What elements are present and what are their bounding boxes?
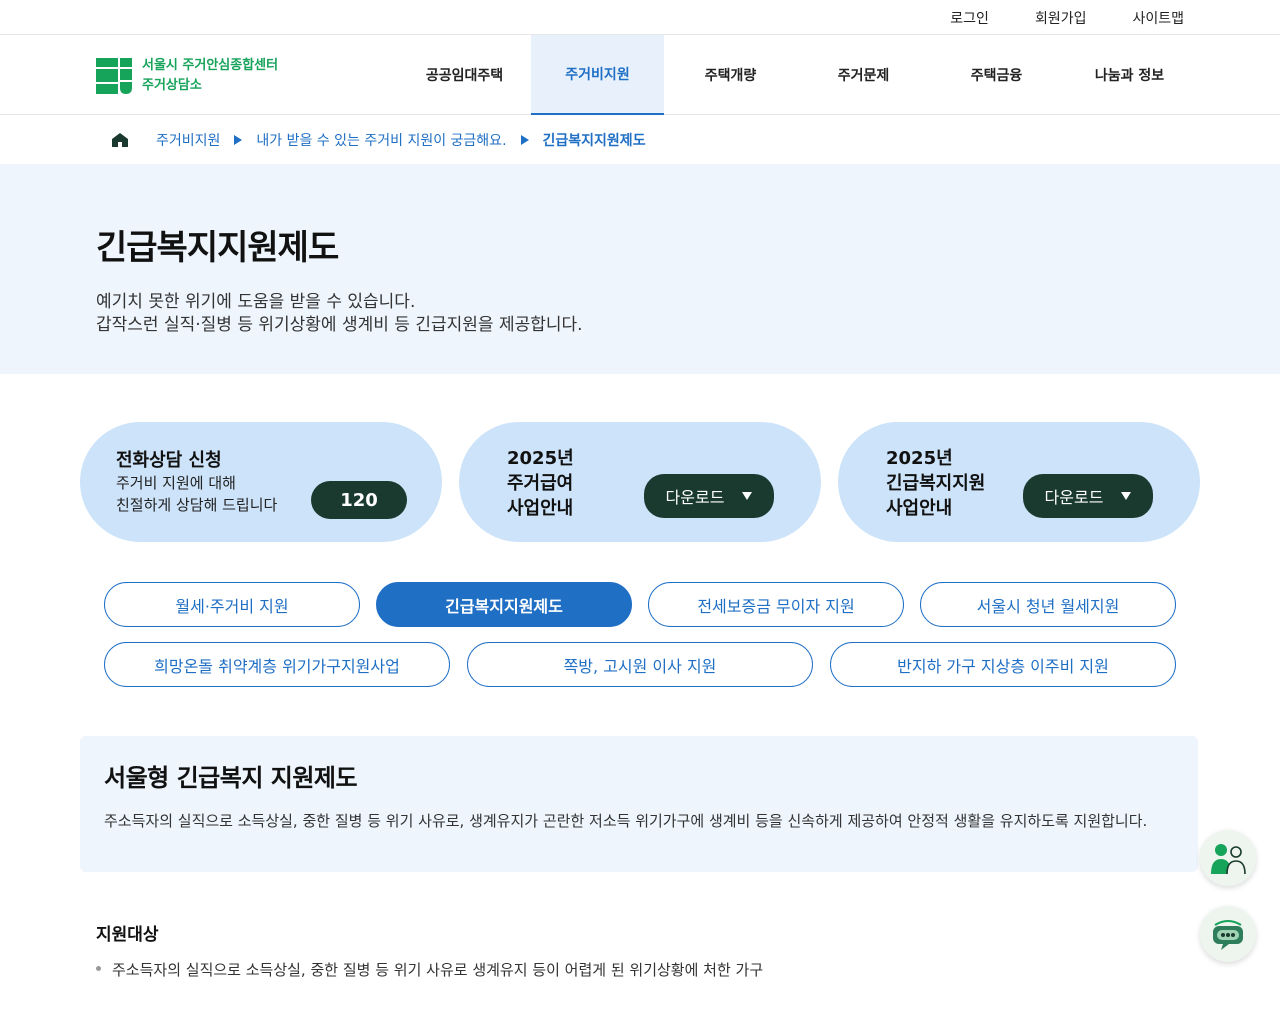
join-link[interactable]: 회원가입 [1035, 8, 1087, 28]
breadcrumb: 주거비지원 내가 받을 수 있는 주거비 지원이 궁금해요. 긴급복지지원제도 [0, 115, 1280, 164]
target-title: 지원대상 [96, 925, 159, 945]
nav-housing-cost-support[interactable]: 주거비지원 [531, 35, 664, 115]
logo-line1: 서울시 주거안심종합센터 [142, 58, 279, 73]
welfare-download-button[interactable]: 다운로드 [1023, 474, 1153, 518]
housing-card-year: 2025년 [507, 448, 574, 469]
support-tabs-row-2: 희망온돌 취약계층 위기가구지원사업 쪽방, 고시원 이사 지원 반지하 가구 … [104, 642, 1176, 687]
home-icon[interactable] [112, 132, 128, 147]
welfare-card-title: 2025년 긴급복지지원 사업안내 [886, 446, 985, 521]
info-body: 주소득자의 실직으로 소득상실, 중한 질병 등 위기 사유로, 생계유지가 곤… [104, 812, 1148, 830]
target-list: 주소득자의 실직으로 소득상실, 중한 질병 등 위기 사유로 생계유지 등이 … [96, 959, 763, 980]
emergency-welfare-card: 2025년 긴급복지지원 사업안내 다운로드 [838, 422, 1200, 542]
caret-down-icon [1121, 492, 1132, 500]
welfare-card-year: 2025년 [886, 448, 953, 469]
phone-card-title: 전화상담 신청 [116, 450, 222, 471]
logo-line2: 주거상담소 [142, 78, 202, 93]
login-link[interactable]: 로그인 [950, 8, 989, 28]
consult-people-button[interactable] [1200, 830, 1256, 886]
target-section: 지원대상 주소득자의 실직으로 소득상실, 중한 질병 등 위기 사유로 생계유… [96, 920, 763, 980]
list-item: 주소득자의 실직으로 소득상실, 중한 질병 등 위기 사유로 생계유지 등이 … [96, 959, 763, 980]
download-label: 다운로드 [1044, 488, 1104, 507]
phone-number-button[interactable]: 120 [311, 481, 407, 519]
header: 서울시 주거안심종합센터 주거상담소 공공임대주택 주거비지원 주택개량 주거문… [0, 35, 1280, 115]
nav-housing-issues[interactable]: 주거문제 [797, 35, 930, 115]
welfare-card-line2: 사업안내 [886, 498, 953, 519]
sitemap-link[interactable]: 사이트맵 [1132, 8, 1184, 28]
housing-card-line1: 주거급여 [507, 473, 574, 494]
tab-hope-ondol[interactable]: 희망온돌 취약계층 위기가구지원사업 [104, 642, 450, 687]
breadcrumb-item-1[interactable]: 주거비지원 [156, 130, 220, 150]
main-nav: 공공임대주택 주거비지원 주택개량 주거문제 주택금융 나눔과 정보 [398, 35, 1196, 115]
breadcrumb-item-current: 긴급복지지원제도 [542, 132, 646, 149]
tab-jjokbang-move[interactable]: 쪽방, 고시원 이사 지원 [467, 642, 813, 687]
housing-download-button[interactable]: 다운로드 [644, 474, 774, 518]
breadcrumb-item-2[interactable]: 내가 받을 수 있는 주거비 지원이 궁금해요. [256, 130, 506, 150]
housing-card-line2: 사업안내 [507, 498, 574, 519]
logo-icon [96, 58, 132, 94]
nav-sharing-info[interactable]: 나눔과 정보 [1063, 35, 1196, 115]
tab-semi-basement-move[interactable]: 반지하 가구 지상층 이주비 지원 [830, 642, 1176, 687]
info-title: 서울형 긴급복지 지원제도 [104, 764, 358, 792]
tab-deposit-loan[interactable]: 전세보증금 무이자 지원 [648, 582, 904, 627]
hero-desc-2: 갑작스런 실직·질병 등 위기상황에 생계비 등 긴급지원을 제공합니다. [96, 315, 583, 335]
people-icon [1211, 844, 1246, 874]
utility-bar: 로그인 회원가입 사이트맵 [0, 0, 1280, 35]
phone-card-desc: 주거비 지원에 대해 친절하게 상담해 드립니다 [116, 472, 277, 516]
tab-emergency-welfare[interactable]: 긴급복지지원제도 [376, 582, 632, 627]
site-logo[interactable]: 서울시 주거안심종합센터 주거상담소 [96, 56, 278, 96]
info-box: 서울형 긴급복지 지원제도 주소득자의 실직으로 소득상실, 중한 질병 등 위… [80, 736, 1198, 872]
nav-housing-improvement[interactable]: 주택개량 [664, 35, 797, 115]
phone-consult-card[interactable]: 전화상담 신청 주거비 지원에 대해 친절하게 상담해 드립니다 120 [80, 422, 442, 542]
tab-rent-support[interactable]: 월세·주거비 지원 [104, 582, 360, 627]
breadcrumb-arrow-icon [234, 134, 243, 145]
breadcrumb-arrow-icon [520, 134, 529, 145]
logo-text: 서울시 주거안심종합센터 주거상담소 [142, 56, 278, 96]
utility-links: 로그인 회원가입 사이트맵 [950, 0, 1184, 35]
welfare-card-line1: 긴급복지지원 [886, 473, 986, 494]
caret-down-icon [742, 492, 753, 500]
download-label: 다운로드 [665, 488, 725, 507]
chatbot-button[interactable] [1200, 906, 1256, 962]
page-title: 긴급복지지원제도 [96, 228, 339, 268]
nav-public-rental[interactable]: 공공임대주택 [398, 35, 531, 115]
housing-card-title: 2025년 주거급여 사업안내 [507, 446, 574, 521]
hero-desc-1: 예기치 못한 위기에 도움을 받을 수 있습니다. [96, 292, 416, 312]
quick-cards: 전화상담 신청 주거비 지원에 대해 친절하게 상담해 드립니다 120 202… [80, 422, 1200, 542]
nav-housing-finance[interactable]: 주택금융 [930, 35, 1063, 115]
phone-card-desc-line1: 주거비 지원에 대해 [116, 474, 236, 492]
tab-youth-rent[interactable]: 서울시 청년 월세지원 [920, 582, 1176, 627]
housing-benefit-card: 2025년 주거급여 사업안내 다운로드 [459, 422, 821, 542]
chatbot-icon [1213, 920, 1243, 950]
hero-section: 긴급복지지원제도 예기치 못한 위기에 도움을 받을 수 있습니다. 갑작스런 … [0, 164, 1280, 374]
phone-card-desc-line2: 친절하게 상담해 드립니다 [116, 496, 278, 514]
support-tabs-row-1: 월세·주거비 지원 긴급복지지원제도 전세보증금 무이자 지원 서울시 청년 월… [104, 582, 1176, 627]
